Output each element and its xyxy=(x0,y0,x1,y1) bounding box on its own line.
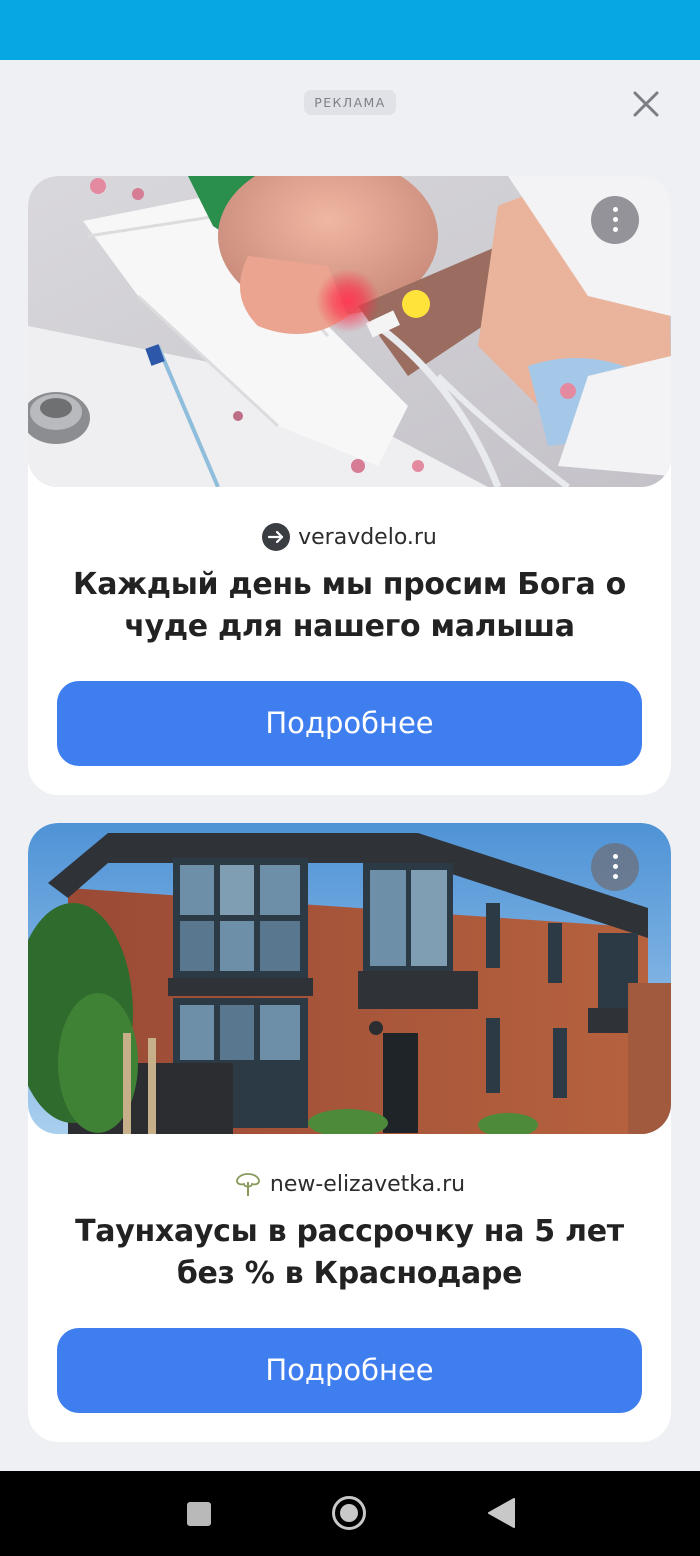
home-button[interactable] xyxy=(331,1495,367,1531)
ad-title[interactable]: Таунхаусы в рассрочку на 5 лет без % в К… xyxy=(58,1211,641,1295)
ad-menu-button[interactable] xyxy=(591,196,639,244)
ad-source[interactable]: new-elizavetka.ru xyxy=(28,1167,671,1201)
tree-logo-icon xyxy=(235,1173,260,1196)
ad-card[interactable]: new-elizavetka.ru Таунхаусы в рассрочку … xyxy=(28,823,671,1442)
arrow-right-circle-icon xyxy=(262,523,291,551)
ad-image-baby[interactable] xyxy=(28,176,671,487)
ad-source-domain[interactable]: new-elizavetka.ru xyxy=(270,1172,465,1197)
ad-menu-button[interactable] xyxy=(591,843,639,891)
townhouse-photo xyxy=(28,823,671,1134)
close-button[interactable] xyxy=(628,86,664,122)
more-details-button[interactable]: Подробнее xyxy=(57,681,642,766)
ad-source-domain[interactable]: veravdelo.ru xyxy=(298,525,437,550)
ad-card[interactable]: veravdelo.ru Каждый день мы просим Бога … xyxy=(28,176,671,795)
close-icon xyxy=(633,91,659,117)
ad-label: РЕКЛАМА xyxy=(304,90,396,115)
back-button[interactable] xyxy=(487,1498,515,1528)
ad-image-townhouse[interactable] xyxy=(28,823,671,1134)
ad-source[interactable]: veravdelo.ru xyxy=(28,520,671,554)
navigation-bar xyxy=(0,1471,700,1556)
recents-button[interactable] xyxy=(187,1502,211,1526)
more-details-button[interactable]: Подробнее xyxy=(57,1328,642,1413)
status-bar xyxy=(0,0,700,60)
baby-hospital-photo xyxy=(28,176,671,487)
ad-title[interactable]: Каждый день мы просим Бога о чуде для на… xyxy=(58,564,641,648)
